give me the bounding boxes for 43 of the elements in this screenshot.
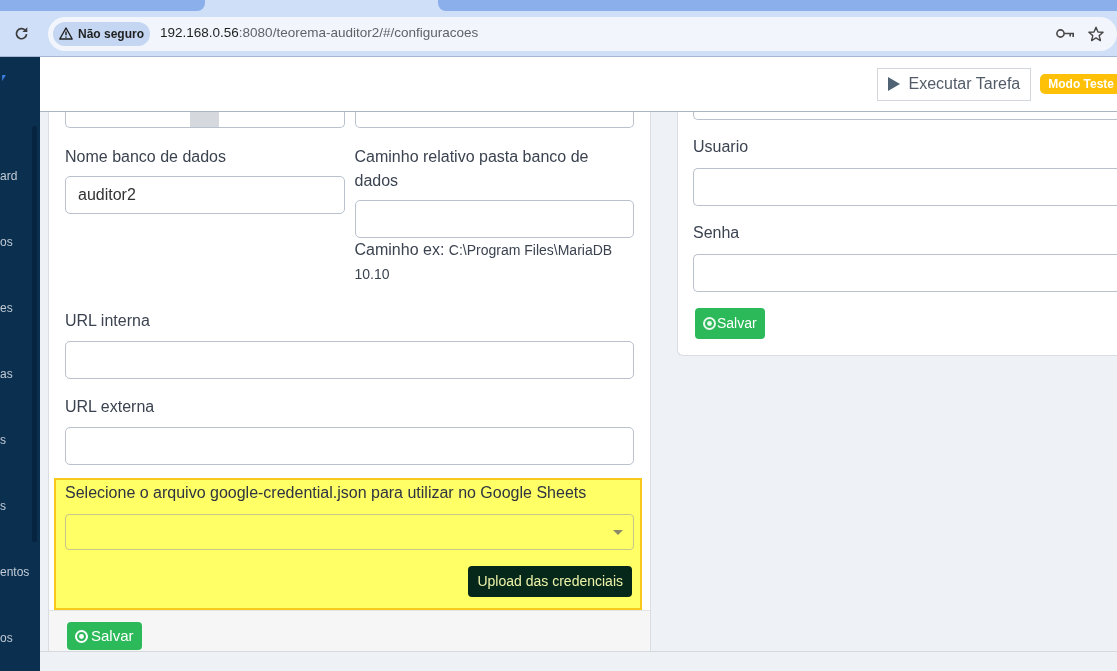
warning-icon bbox=[59, 27, 73, 40]
field-label: URL externa bbox=[65, 397, 156, 417]
reload-icon[interactable] bbox=[14, 26, 29, 41]
sidebar-item[interactable]: os bbox=[0, 234, 13, 250]
help-text: Caminho ex: C:\Program Files\MariaDB 10.10 bbox=[354, 240, 614, 284]
field-label: Nome banco de dados bbox=[65, 147, 227, 167]
upload-button[interactable]: Upload das credenciais bbox=[468, 566, 632, 597]
circle-dot-icon bbox=[703, 317, 716, 330]
input-field[interactable] bbox=[219, 112, 345, 128]
field-label: Caminho relativo pasta banco de dados bbox=[354, 147, 590, 191]
input-field[interactable] bbox=[65, 427, 634, 465]
browser-tab[interactable] bbox=[438, 0, 1117, 11]
select-field[interactable] bbox=[65, 514, 634, 550]
url-text: 192.168.0.56:8080/teorema-auditor2/#/configuracoes bbox=[160, 24, 479, 43]
input-field[interactable] bbox=[355, 112, 634, 128]
mode-badge: Modo Teste bbox=[1040, 74, 1117, 94]
field-label: Usuario bbox=[693, 137, 750, 157]
browser-tab[interactable] bbox=[0, 0, 205, 11]
sidebar-item[interactable]: s bbox=[0, 432, 6, 448]
sidebar-item[interactable]: es bbox=[0, 300, 13, 316]
sidebar-item[interactable]: as bbox=[0, 366, 13, 382]
panel-text: Selecione o arquivo google-credential.json para utilizar no Google Sheets bbox=[65, 483, 588, 503]
input-field[interactable] bbox=[693, 112, 1117, 120]
input-field[interactable] bbox=[65, 341, 634, 379]
sidebar-item[interactable]: entos bbox=[0, 564, 30, 580]
input-field[interactable] bbox=[354, 200, 634, 238]
star-icon[interactable] bbox=[1088, 25, 1104, 42]
circle-dot-icon bbox=[75, 629, 88, 643]
sidebar-item[interactable]: ard bbox=[0, 168, 18, 184]
key-icon[interactable] bbox=[1056, 28, 1074, 39]
field-label: URL interna bbox=[65, 311, 151, 331]
run-task-button[interactable]: Executar Tarefa bbox=[877, 67, 1032, 101]
input-field[interactable]: auditor2 bbox=[65, 176, 345, 214]
input-field[interactable] bbox=[693, 168, 1117, 206]
logo-icon[interactable] bbox=[0, 75, 8, 81]
address-bar[interactable]: Não seguro 192.168.0.56:8080/teorema-auditor2/#/configuracoes bbox=[48, 16, 1117, 51]
input-field[interactable] bbox=[693, 254, 1117, 292]
play-icon bbox=[888, 77, 901, 91]
field-label: Senha bbox=[693, 223, 741, 243]
caret-icon bbox=[613, 529, 623, 535]
sidebar-item[interactable]: os bbox=[0, 630, 13, 646]
security-chip[interactable]: Não seguro bbox=[53, 21, 150, 46]
sidebar-item[interactable]: s bbox=[0, 498, 6, 514]
